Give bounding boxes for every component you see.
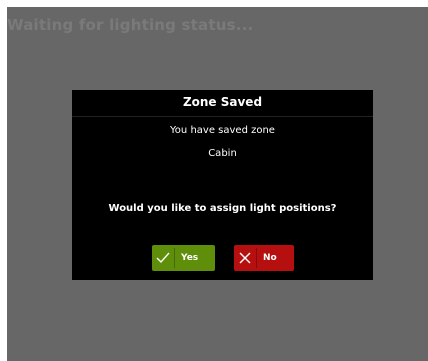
zone-saved-dialog: Zone Saved You have saved zone Cabin Wou… [72,90,373,280]
dialog-title: Zone Saved [72,90,373,117]
app-screen: Waiting for lighting status... Zone Save… [7,7,428,361]
yes-button[interactable]: Yes [152,245,215,271]
assign-positions-question: Would you like to assign light positions… [108,203,337,214]
no-button-label: No [263,253,277,263]
no-button[interactable]: No [234,245,294,271]
lighting-status-text: Waiting for lighting status... [7,16,254,34]
yes-button-label: Yes [181,253,199,263]
checkmark-icon [152,245,174,271]
close-icon [234,245,256,271]
zone-name: Cabin [208,148,237,159]
button-divider [174,248,175,268]
button-divider [256,248,257,268]
saved-zone-message: You have saved zone [170,125,275,136]
